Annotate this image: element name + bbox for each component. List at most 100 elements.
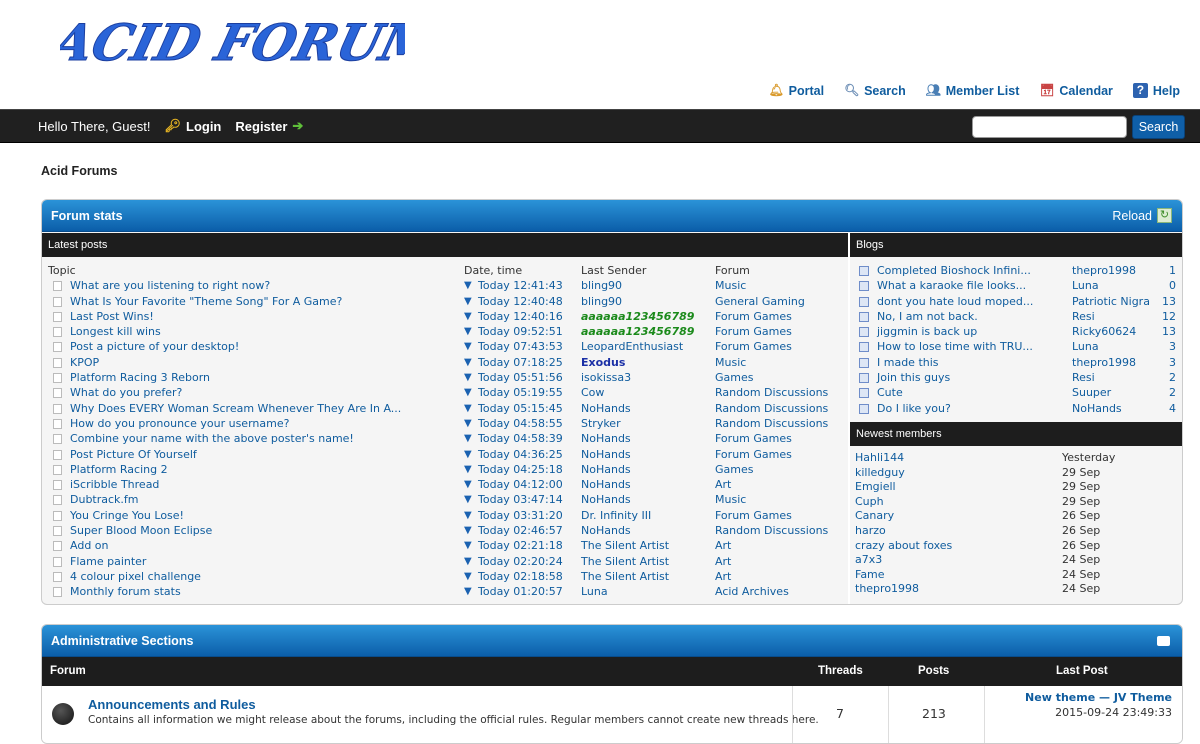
forum-link[interactable]: Games <box>715 370 753 385</box>
topic-link[interactable]: Flame painter <box>70 554 146 569</box>
topic-link[interactable]: What do you prefer? <box>70 385 182 400</box>
blog-author-link[interactable]: Resi <box>1072 309 1095 324</box>
post-date[interactable]: Today 07:18:25 <box>478 355 563 370</box>
sender-link[interactable]: isokissa3 <box>581 370 631 385</box>
topic-link[interactable]: Longest kill wins <box>70 324 161 339</box>
member-link[interactable]: harzo <box>855 524 886 539</box>
jump-to-last-icon[interactable]: ▼ <box>464 385 472 400</box>
topic-link[interactable]: What are you listening to right now? <box>70 278 270 293</box>
jump-to-last-icon[interactable]: ▼ <box>464 447 472 462</box>
jump-to-last-icon[interactable]: ▼ <box>464 324 472 339</box>
post-date[interactable]: Today 04:58:39 <box>478 431 563 446</box>
sender-link[interactable]: NoHands <box>581 462 631 477</box>
topic-link[interactable]: Monthly forum stats <box>70 584 181 599</box>
post-date[interactable]: Today 04:36:25 <box>478 447 563 462</box>
topic-link[interactable]: Platform Racing 3 Reborn <box>70 370 210 385</box>
sender-link[interactable]: bling90 <box>581 294 622 309</box>
topic-link[interactable]: Why Does EVERY Woman Scream Whenever The… <box>70 401 401 416</box>
jump-to-last-icon[interactable]: ▼ <box>464 431 472 446</box>
jump-to-last-icon[interactable]: ▼ <box>464 462 472 477</box>
sender-link[interactable]: Dr. Infinity III <box>581 508 651 523</box>
sender-link[interactable]: aaaaaa123456789 <box>581 309 694 324</box>
post-date[interactable]: Today 04:25:18 <box>478 462 563 477</box>
sender-link[interactable]: NoHands <box>581 447 631 462</box>
member-link[interactable]: Hahli144 <box>855 451 904 466</box>
blog-title-link[interactable]: dont you hate loud moped... <box>877 294 1033 309</box>
forum-link[interactable]: Forum Games <box>715 508 792 523</box>
topic-link[interactable]: Add on <box>70 538 109 553</box>
member-link[interactable]: thepro1998 <box>855 582 919 597</box>
search-input[interactable] <box>972 116 1127 138</box>
forum-link[interactable]: Art <box>715 477 731 492</box>
topic-link[interactable]: Combine your name with the above poster'… <box>70 431 354 446</box>
member-link[interactable]: Cuph <box>855 495 884 510</box>
topic-link[interactable]: Dubtrack.fm <box>70 492 139 507</box>
topic-link[interactable]: Post a picture of your desktop! <box>70 339 239 354</box>
search-button[interactable]: Search <box>1132 115 1185 139</box>
blog-author-link[interactable]: thepro1998 <box>1072 263 1136 278</box>
member-link[interactable]: Fame <box>855 568 885 583</box>
post-date[interactable]: Today 02:46:57 <box>478 523 563 538</box>
topic-link[interactable]: KPOP <box>70 355 99 370</box>
post-date[interactable]: Today 02:18:58 <box>478 569 563 584</box>
post-date[interactable]: Today 12:40:16 <box>478 309 563 324</box>
toplink-help[interactable]: ? Help <box>1132 83 1180 98</box>
sender-link[interactable]: Luna <box>581 584 608 599</box>
post-date[interactable]: Today 03:31:20 <box>478 508 563 523</box>
member-link[interactable]: a7x3 <box>855 553 882 568</box>
jump-to-last-icon[interactable]: ▼ <box>464 508 472 523</box>
forum-link[interactable]: Acid Archives <box>715 584 789 599</box>
forum-link[interactable]: Music <box>715 278 746 293</box>
jump-to-last-icon[interactable]: ▼ <box>464 278 472 293</box>
blog-title-link[interactable]: Completed Bioshock Infini... <box>877 263 1031 278</box>
blog-title-link[interactable]: What a karaoke file looks... <box>877 278 1026 293</box>
member-link[interactable]: Canary <box>855 509 894 524</box>
reload-button[interactable]: Reload ↻ <box>1112 208 1172 223</box>
post-date[interactable]: Today 05:19:55 <box>478 385 563 400</box>
register-link[interactable]: Register ➔ <box>235 118 303 134</box>
jump-to-last-icon[interactable]: ▼ <box>464 584 472 599</box>
sender-link[interactable]: aaaaaa123456789 <box>581 324 694 339</box>
jump-to-last-icon[interactable]: ▼ <box>464 492 472 507</box>
jump-to-last-icon[interactable]: ▼ <box>464 554 472 569</box>
member-link[interactable]: crazy about foxes <box>855 539 952 554</box>
topic-link[interactable]: iScribble Thread <box>70 477 159 492</box>
toplink-search[interactable]: 🔍︎ Search <box>844 83 906 98</box>
sender-link[interactable]: NoHands <box>581 431 631 446</box>
blog-title-link[interactable]: I made this <box>877 355 939 370</box>
forum-title-link[interactable]: Announcements and Rules <box>88 697 256 712</box>
forum-link[interactable]: Forum Games <box>715 447 792 462</box>
post-date[interactable]: Today 05:51:56 <box>478 370 563 385</box>
jump-to-last-icon[interactable]: ▼ <box>464 370 472 385</box>
post-date[interactable]: Today 09:52:51 <box>478 324 563 339</box>
post-date[interactable]: Today 07:43:53 <box>478 339 563 354</box>
jump-to-last-icon[interactable]: ▼ <box>464 339 472 354</box>
blog-author-link[interactable]: Ricky60624 <box>1072 324 1136 339</box>
site-logo[interactable]: ACID FORUMS <box>60 4 405 78</box>
sender-link[interactable]: NoHands <box>581 477 631 492</box>
forum-link[interactable]: Forum Games <box>715 309 792 324</box>
jump-to-last-icon[interactable]: ▼ <box>464 569 472 584</box>
forum-link[interactable]: Forum Games <box>715 339 792 354</box>
jump-to-last-icon[interactable]: ▼ <box>464 477 472 492</box>
post-date[interactable]: Today 04:12:00 <box>478 477 563 492</box>
jump-to-last-icon[interactable]: ▼ <box>464 309 472 324</box>
blog-author-link[interactable]: Patriotic Nigra <box>1072 294 1150 309</box>
sender-link[interactable]: NoHands <box>581 492 631 507</box>
topic-link[interactable]: Super Blood Moon Eclipse <box>70 523 212 538</box>
post-date[interactable]: Today 03:47:14 <box>478 492 563 507</box>
jump-to-last-icon[interactable]: ▼ <box>464 538 472 553</box>
forum-link[interactable]: Art <box>715 554 731 569</box>
forum-link[interactable]: General Gaming <box>715 294 805 309</box>
sender-link[interactable]: The Silent Artist <box>581 538 669 553</box>
toplink-portal[interactable]: 🔔︎ Portal <box>769 83 824 98</box>
blog-title-link[interactable]: Join this guys <box>877 370 950 385</box>
jump-to-last-icon[interactable]: ▼ <box>464 523 472 538</box>
forum-link[interactable]: Art <box>715 538 731 553</box>
sender-link[interactable]: Cow <box>581 385 604 400</box>
sender-link[interactable]: LeopardEnthusiast <box>581 339 683 354</box>
member-link[interactable]: killedguy <box>855 466 905 481</box>
forum-link[interactable]: Random Discussions <box>715 385 828 400</box>
collapse-icon[interactable] <box>1157 636 1170 646</box>
topic-link[interactable]: Post Picture Of Yourself <box>70 447 197 462</box>
